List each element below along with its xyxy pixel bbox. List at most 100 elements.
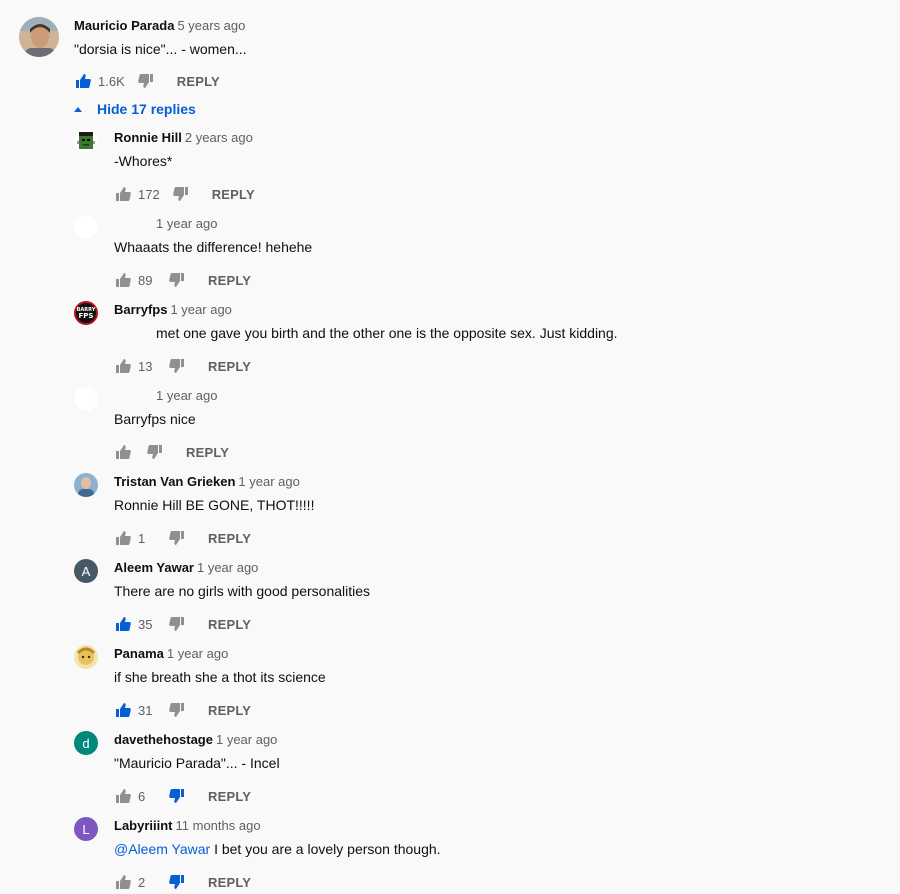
reply-button[interactable]: REPLY xyxy=(208,703,251,718)
like-button[interactable] xyxy=(74,72,92,90)
thumb-down-icon xyxy=(169,789,184,803)
reply-button[interactable]: REPLY xyxy=(208,875,251,890)
dislike-button[interactable] xyxy=(168,787,186,805)
comment-time[interactable]: 1 year ago xyxy=(197,560,258,575)
dislike-button[interactable] xyxy=(137,72,155,90)
like-count: 1 xyxy=(138,530,146,546)
like-count: 172 xyxy=(138,186,160,202)
avatar[interactable]: A xyxy=(74,559,98,583)
comment-header: Tristan Van Grieken 1 year ago xyxy=(114,474,300,490)
author-name[interactable]: Labyriiint xyxy=(114,818,173,833)
avatar[interactable] xyxy=(74,645,98,669)
author-name[interactable]: Aleem Yawar xyxy=(114,560,194,575)
comment-time[interactable]: 1 year ago xyxy=(238,474,299,489)
thumb-down-icon xyxy=(137,74,153,88)
avatar[interactable]: BARRY FPS xyxy=(74,301,98,325)
comment-time[interactable]: 1 year ago xyxy=(156,388,217,403)
avatar[interactable] xyxy=(19,17,59,57)
comment-body: -Whores* xyxy=(114,153,173,169)
avatar[interactable] xyxy=(74,387,98,411)
comment-header: Aleem Yawar 1 year ago xyxy=(114,560,258,576)
thumb-up-icon xyxy=(116,359,131,373)
author-name[interactable]: Ronnie Hill xyxy=(114,130,182,145)
dislike-button[interactable] xyxy=(168,701,186,719)
like-count: 89 xyxy=(138,272,153,288)
reply-comment: BARRY FPS Barryfps 1 year ago met one gave… xyxy=(0,301,900,381)
comment-body: met one gave you birth and the other one… xyxy=(156,325,618,341)
hide-replies-label: Hide 17 replies xyxy=(97,101,196,117)
like-button[interactable] xyxy=(114,529,132,547)
reply-button[interactable]: REPLY xyxy=(208,531,251,546)
hide-replies-button[interactable]: Hide 17 replies xyxy=(72,99,196,119)
comment-body: Barryfps nice xyxy=(114,411,196,427)
reply-comment: Ronnie Hill 2 years ago -Whores* 172 REPL… xyxy=(0,129,900,209)
comment-header: davethehostage 1 year ago xyxy=(114,732,277,748)
comment-header: Panama 1 year ago xyxy=(114,646,228,662)
comment-body: There are no girls with good personaliti… xyxy=(114,583,371,599)
avatar[interactable] xyxy=(74,215,98,239)
comment-time[interactable]: 1 year ago xyxy=(170,302,231,317)
comment-header: Barryfps 1 year ago xyxy=(114,302,232,318)
thumb-up-icon xyxy=(116,703,131,717)
dislike-button[interactable] xyxy=(168,529,186,547)
dislike-button[interactable] xyxy=(172,185,190,203)
like-button[interactable] xyxy=(114,185,132,203)
comment-body: I bet you are a lovely person though. xyxy=(210,841,441,857)
dislike-button[interactable] xyxy=(168,271,186,289)
reply-comment: A Aleem Yawar 1 year ago There are no gir… xyxy=(0,559,900,639)
avatar[interactable]: L xyxy=(74,817,98,841)
thumb-up-icon xyxy=(116,789,131,803)
like-button[interactable] xyxy=(114,357,132,375)
author-name[interactable]: Mauricio Parada xyxy=(74,18,174,33)
reply-button[interactable]: REPLY xyxy=(208,273,251,288)
comment-time[interactable]: 1 year ago xyxy=(156,216,217,231)
comment-body: if she breath she a thot its science xyxy=(114,669,326,685)
author-name[interactable]: Panama xyxy=(114,646,164,661)
reply-button[interactable]: REPLY xyxy=(177,74,220,89)
reply-button[interactable]: REPLY xyxy=(208,789,251,804)
like-count: 2 xyxy=(138,874,146,890)
avatar[interactable] xyxy=(74,129,98,153)
dislike-button[interactable] xyxy=(168,615,186,633)
like-button[interactable] xyxy=(114,787,132,805)
like-button[interactable] xyxy=(114,615,132,633)
dislike-button[interactable] xyxy=(146,443,164,461)
avatar-letter: d xyxy=(82,735,90,751)
dislike-button[interactable] xyxy=(168,357,186,375)
mention-link[interactable]: @Aleem Yawar xyxy=(114,841,210,857)
author-name[interactable]: davethehostage xyxy=(114,732,213,747)
comment-text: Whaaats the difference! hehehe xyxy=(114,238,312,256)
comment-time[interactable]: 1 year ago xyxy=(216,732,277,747)
blank-avatar-icon xyxy=(74,387,98,411)
like-button[interactable] xyxy=(114,443,132,461)
avatar-letter: L xyxy=(82,821,90,837)
dislike-button[interactable] xyxy=(168,873,186,891)
reply-button[interactable]: REPLY xyxy=(212,187,255,202)
top-comment: Mauricio Parada 5 years ago "dorsia is ni… xyxy=(0,17,900,97)
comment-actions: 1.6K REPLY xyxy=(74,69,220,93)
avatar[interactable] xyxy=(74,473,98,497)
avatar[interactable]: d xyxy=(74,731,98,755)
comment-time[interactable]: 1 year ago xyxy=(167,646,228,661)
reply-button[interactable]: REPLY xyxy=(208,617,251,632)
comment-text: There are no girls with good personaliti… xyxy=(114,582,370,600)
thumb-up-icon xyxy=(116,273,131,287)
frankenstein-avatar-icon xyxy=(74,129,98,153)
like-button[interactable] xyxy=(114,873,132,891)
like-count: 13 xyxy=(138,358,153,374)
reply-button[interactable]: REPLY xyxy=(208,359,251,374)
like-button[interactable] xyxy=(114,701,132,719)
barryfps-logo-icon: BARRYFPS xyxy=(74,301,98,325)
author-name[interactable]: Barryfps xyxy=(114,302,167,317)
thumb-up-icon xyxy=(116,187,131,201)
author-name[interactable]: Tristan Van Grieken xyxy=(114,474,235,489)
reply-comment: L Labyriiint 11 months ago @Aleem Yawar I… xyxy=(0,817,900,894)
comment-time[interactable]: 2 years ago xyxy=(185,130,253,145)
like-button[interactable] xyxy=(114,271,132,289)
comment-time[interactable]: 5 years ago xyxy=(177,18,245,33)
comment-text: @Aleem Yawar I bet you are a lovely pers… xyxy=(114,840,441,858)
reply-button[interactable]: REPLY xyxy=(186,445,229,460)
comment-actions: 13 REPLY xyxy=(114,354,251,378)
comment-time[interactable]: 11 months ago xyxy=(176,818,261,833)
comment-header: Mauricio Parada 5 years ago xyxy=(74,18,245,34)
